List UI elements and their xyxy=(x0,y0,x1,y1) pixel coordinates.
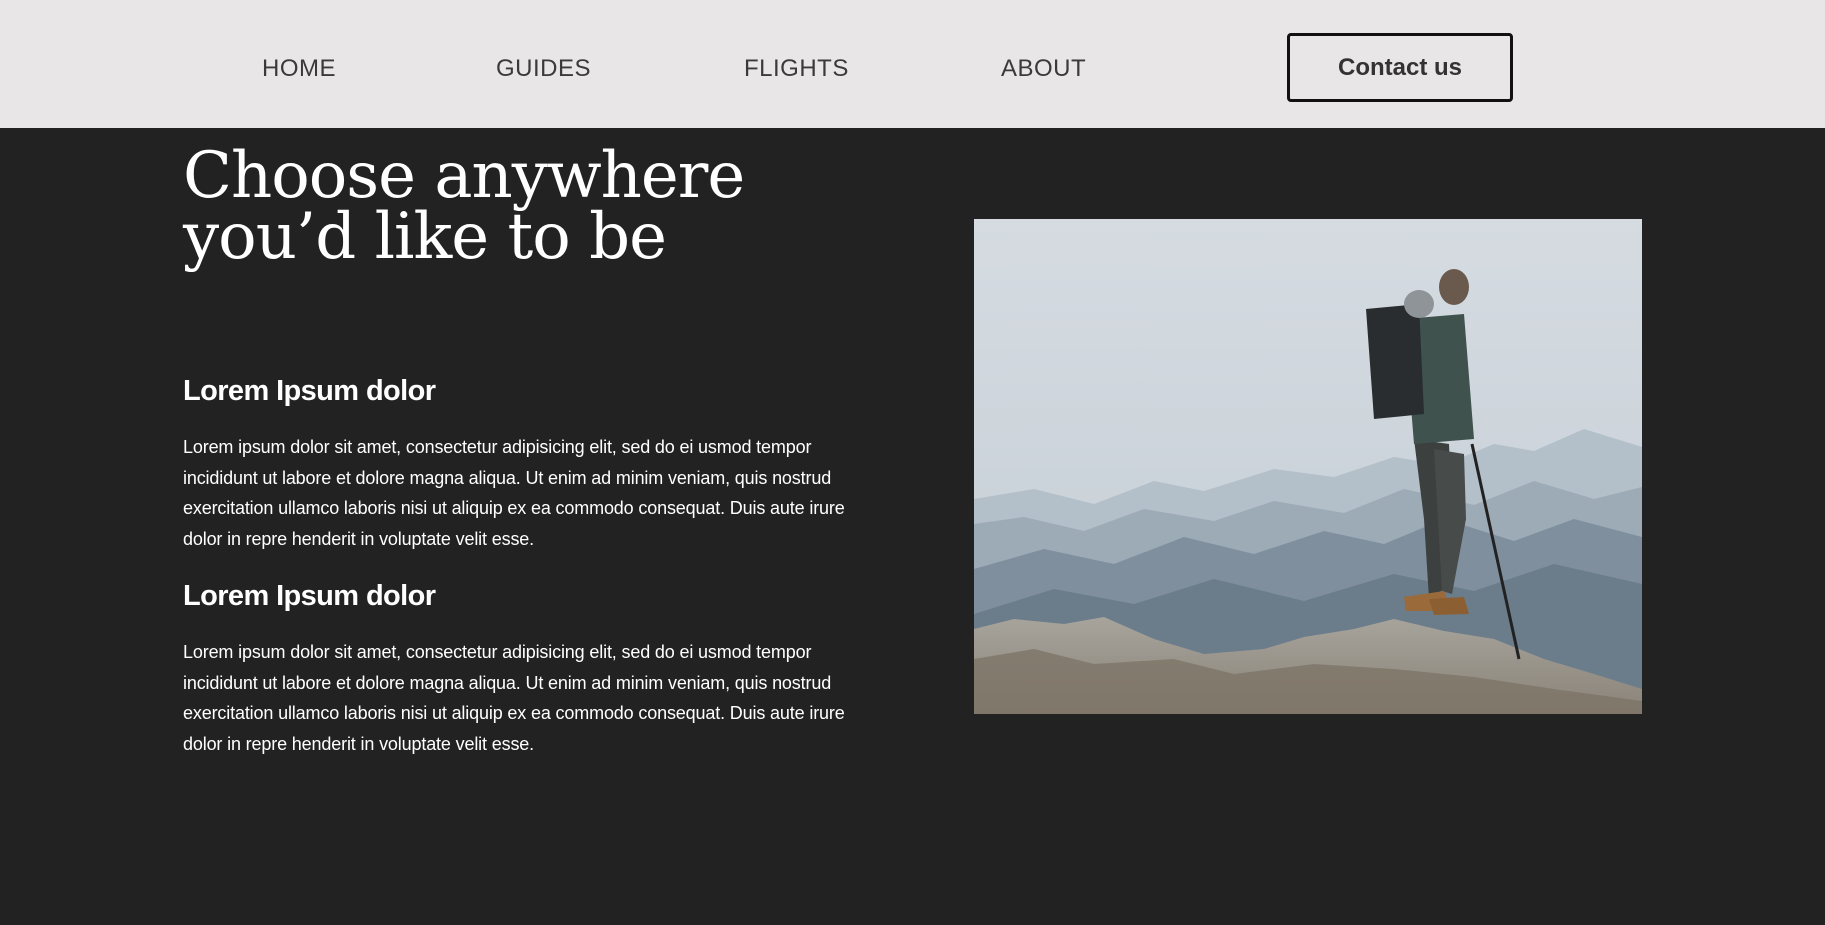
hero-title: Choose anywhere you’d like to be xyxy=(183,144,803,269)
nav-flights-link[interactable]: FLIGHTS xyxy=(744,54,849,84)
nav-home-link[interactable]: HOME xyxy=(262,54,336,84)
section-1-heading: Lorem Ipsum dolor xyxy=(183,375,436,407)
nav-about-link[interactable]: ABOUT xyxy=(1001,54,1086,84)
section-2-heading: Lorem Ipsum dolor xyxy=(183,580,436,612)
navbar: HOME GUIDES FLIGHTS ABOUT Contact us xyxy=(0,0,1825,128)
section-1-body: Lorem ipsum dolor sit amet, consectetur … xyxy=(183,437,845,550)
hero-title-line-2: you’d like to be xyxy=(183,200,667,274)
section-2-body: Lorem ipsum dolor sit amet, consectetur … xyxy=(183,642,845,755)
nav-guides-link[interactable]: GUIDES xyxy=(496,54,591,84)
hiker-mountain-photo xyxy=(974,219,1642,714)
contact-us-button[interactable]: Contact us xyxy=(1287,33,1513,102)
